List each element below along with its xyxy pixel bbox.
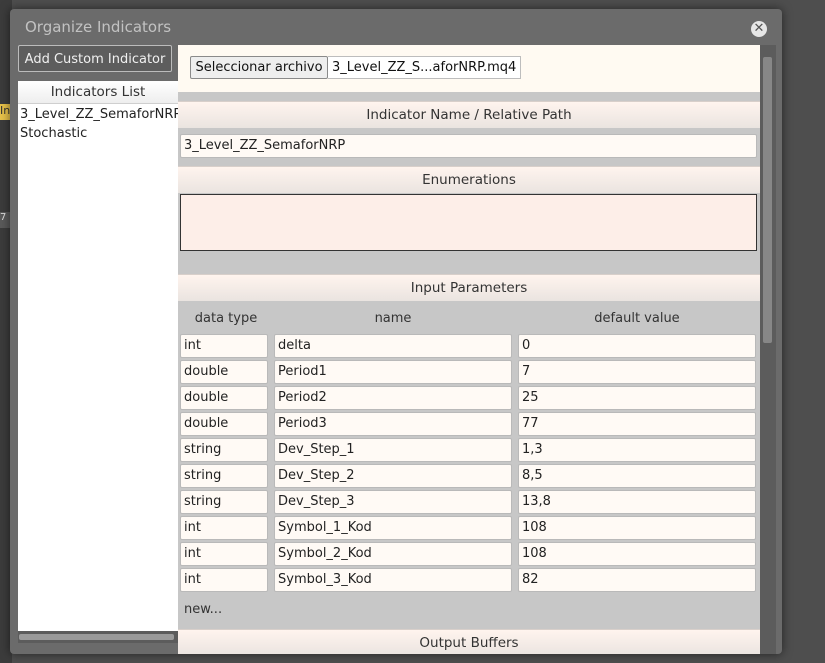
- param-value-field[interactable]: 13,8: [518, 490, 756, 514]
- list-item[interactable]: 3_Level_ZZ_SemaforNRP: [18, 104, 178, 126]
- column-header-name: name: [374, 311, 412, 326]
- param-value-field[interactable]: 77: [518, 412, 756, 436]
- param-name-field[interactable]: Dev_Step_3: [274, 490, 512, 514]
- param-type-field[interactable]: string: [180, 490, 268, 514]
- selected-file-name: 3_Level_ZZ_S...aforNRP.mq4: [328, 56, 521, 79]
- section-input-parameters: Input Parameters: [178, 274, 760, 301]
- param-value-field[interactable]: 82: [518, 568, 756, 592]
- param-value-field[interactable]: 108: [518, 516, 756, 540]
- param-name-field[interactable]: Period1: [274, 360, 512, 384]
- dialog-title: Organize Indicators: [25, 18, 172, 36]
- param-type-field[interactable]: double: [180, 412, 268, 436]
- param-value-field[interactable]: 1,3: [518, 438, 756, 462]
- param-name-field[interactable]: Period3: [274, 412, 512, 436]
- param-type-field[interactable]: double: [180, 360, 268, 384]
- scrollbar-thumb[interactable]: [19, 634, 174, 640]
- param-name-field[interactable]: Symbol_1_Kod: [274, 516, 512, 540]
- param-value-field[interactable]: 0: [518, 334, 756, 358]
- param-type-field[interactable]: double: [180, 386, 268, 410]
- indicator-editor-panel: Seleccionar archivo 3_Level_ZZ_S...aforN…: [178, 45, 760, 654]
- column-header-default-value: default value: [594, 311, 680, 326]
- param-type-field[interactable]: int: [180, 568, 268, 592]
- add-custom-indicator-button[interactable]: Add Custom Indicator: [18, 45, 172, 72]
- section-enumerations: Enumerations: [178, 166, 760, 193]
- param-type-field[interactable]: int: [180, 516, 268, 540]
- param-type-field[interactable]: string: [180, 464, 268, 488]
- indicators-list: Indicators List 3_Level_ZZ_SemaforNRP St…: [18, 81, 178, 631]
- scrollbar-thumb[interactable]: [763, 57, 772, 343]
- param-type-field[interactable]: int: [180, 542, 268, 566]
- list-item[interactable]: Stochastic: [18, 124, 178, 144]
- section-output-buffers: Output Buffers: [178, 629, 760, 654]
- param-name-field[interactable]: Symbol_2_Kod: [274, 542, 512, 566]
- param-value-field[interactable]: 25: [518, 386, 756, 410]
- param-name-field[interactable]: Symbol_3_Kod: [274, 568, 512, 592]
- organize-indicators-dialog: Organize Indicators ✕ Add Custom Indicat…: [10, 9, 782, 654]
- enumerations-textarea[interactable]: [180, 194, 757, 251]
- param-value-field[interactable]: 8,5: [518, 464, 756, 488]
- column-header-data-type: data type: [194, 311, 258, 326]
- param-name-field[interactable]: Period2: [274, 386, 512, 410]
- param-name-field[interactable]: Dev_Step_1: [274, 438, 512, 462]
- param-type-field[interactable]: int: [180, 334, 268, 358]
- list-horizontal-scrollbar[interactable]: [18, 631, 178, 643]
- param-name-field[interactable]: Dev_Step_2: [274, 464, 512, 488]
- file-chooser-row: Seleccionar archivo 3_Level_ZZ_S...aforN…: [178, 45, 760, 92]
- choose-file-button[interactable]: Seleccionar archivo: [190, 56, 328, 79]
- indicator-path-field[interactable]: 3_Level_ZZ_SemaforNRP: [180, 134, 757, 158]
- panel-vertical-scrollbar[interactable]: [760, 45, 776, 654]
- new-parameter-link[interactable]: new...: [184, 602, 222, 617]
- param-value-field[interactable]: 7: [518, 360, 756, 384]
- indicators-list-header: Indicators List: [18, 81, 178, 104]
- param-value-field[interactable]: 108: [518, 542, 756, 566]
- section-name-path: Indicator Name / Relative Path: [178, 101, 760, 128]
- close-icon[interactable]: ✕: [751, 21, 767, 37]
- param-name-field[interactable]: delta: [274, 334, 512, 358]
- param-type-field[interactable]: string: [180, 438, 268, 462]
